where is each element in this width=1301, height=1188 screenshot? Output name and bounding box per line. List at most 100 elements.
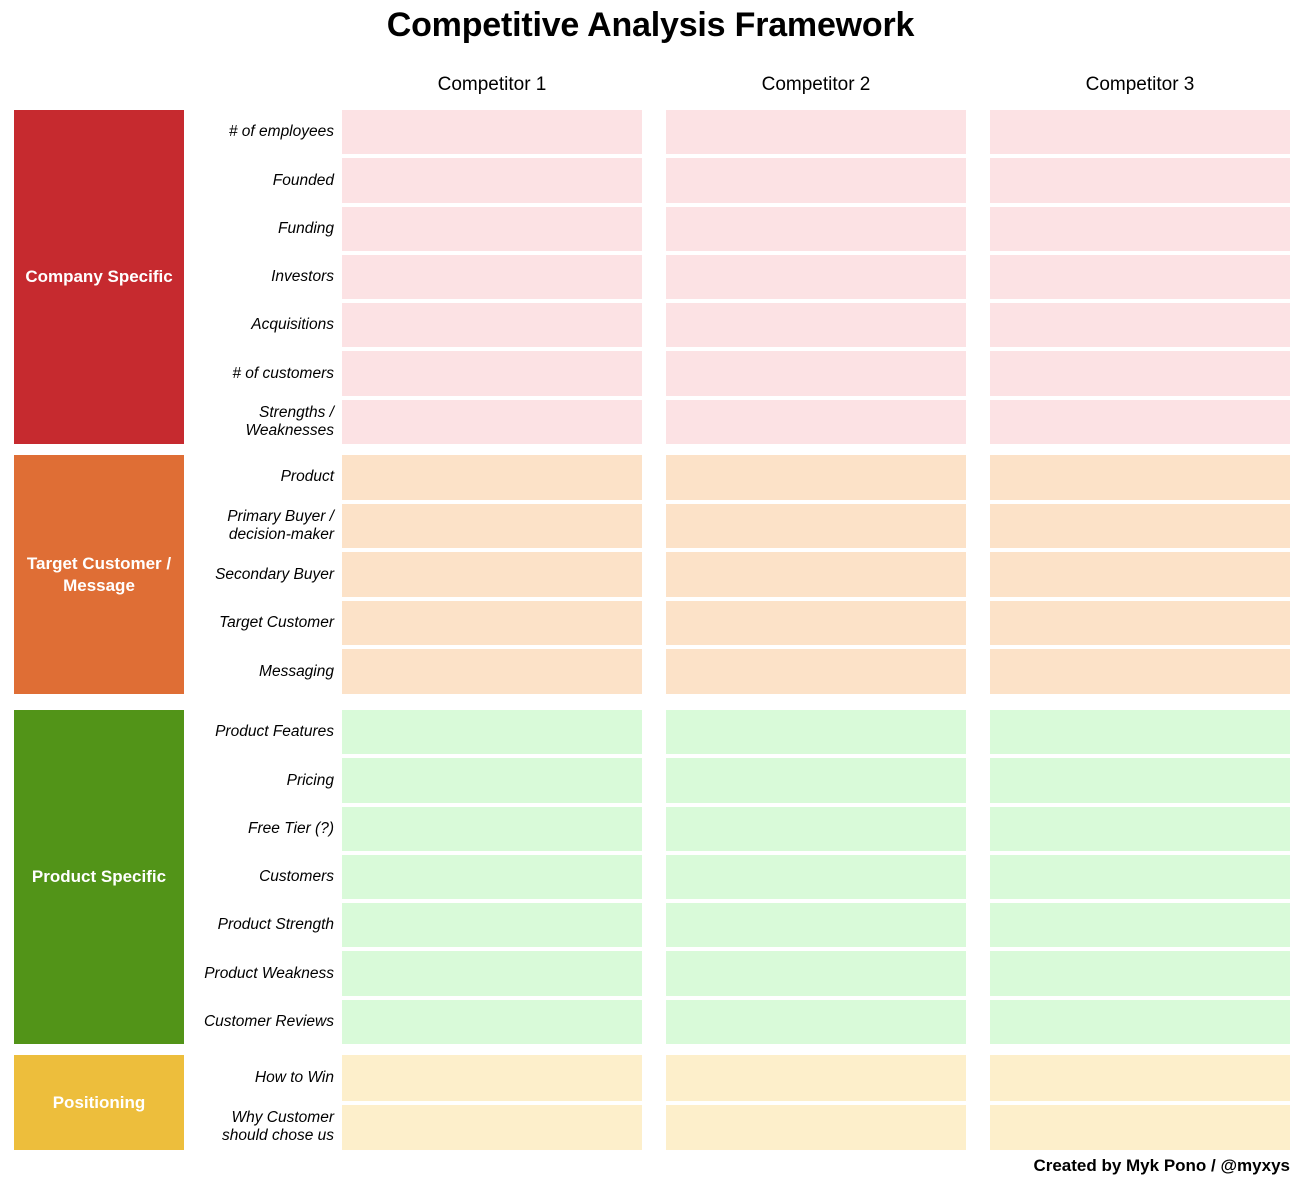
data-cell[interactable] <box>666 503 966 549</box>
data-cell[interactable] <box>666 649 966 694</box>
cells-column-competitor-2 <box>666 455 966 694</box>
row-label: Product Weakness <box>188 951 338 995</box>
row-label-text: Acquisitions <box>251 316 334 334</box>
data-cell[interactable] <box>342 903 642 948</box>
data-cell[interactable] <box>666 254 966 300</box>
data-cell[interactable] <box>990 758 1290 803</box>
row-label-text: Product Strength <box>217 916 334 934</box>
data-cell[interactable] <box>666 758 966 803</box>
category-label: Target Customer / Message <box>26 554 172 595</box>
cells-column-competitor-3 <box>990 455 1290 694</box>
row-label-text: Customers <box>259 868 334 886</box>
data-cell[interactable] <box>342 806 642 851</box>
data-cell[interactable] <box>990 999 1290 1044</box>
data-cell[interactable] <box>990 351 1290 396</box>
data-cell[interactable] <box>666 552 966 597</box>
data-cell[interactable] <box>990 503 1290 549</box>
data-cell[interactable] <box>342 758 642 803</box>
data-cell[interactable] <box>342 110 642 155</box>
data-cell[interactable] <box>990 806 1290 851</box>
data-cell[interactable] <box>666 455 966 500</box>
data-cell[interactable] <box>342 710 642 755</box>
data-cell[interactable] <box>990 903 1290 948</box>
data-cell[interactable] <box>342 1055 642 1101</box>
footer-credit: Created by Myk Pono / @myxys <box>1033 1156 1290 1175</box>
data-cell[interactable] <box>990 110 1290 155</box>
category-label: Product Specific <box>31 867 167 887</box>
row-label-text: Product Weakness <box>204 964 334 982</box>
data-cell[interactable] <box>990 1055 1290 1101</box>
row-label-text: # of customers <box>232 364 334 382</box>
data-cell[interactable] <box>342 1104 642 1150</box>
data-cell[interactable] <box>666 854 966 900</box>
cells-column-competitor-1 <box>342 110 642 444</box>
row-label-text: Strengths / Weaknesses <box>245 404 334 439</box>
data-cell[interactable] <box>990 303 1290 348</box>
section-positioning: Positioning How to Win Why Customer should… <box>0 1055 1301 1150</box>
data-cell[interactable] <box>666 158 966 203</box>
row-label: Secondary Buyer <box>188 552 338 597</box>
data-cell[interactable] <box>990 455 1290 500</box>
data-cell[interactable] <box>342 158 642 203</box>
column-headers: Competitor 1 Competitor 2 Competitor 3 <box>342 72 1290 98</box>
data-cell[interactable] <box>990 854 1290 900</box>
row-label-column: Product Primary Buyer / decision-maker Sec… <box>188 455 338 694</box>
data-cell[interactable] <box>342 303 642 348</box>
row-label-text: Free Tier (?) <box>248 819 334 837</box>
data-cell[interactable] <box>990 600 1290 646</box>
data-cell[interactable] <box>666 951 966 996</box>
row-label: Pricing <box>188 758 338 802</box>
data-cell[interactable] <box>666 999 966 1044</box>
row-label: Product Strength <box>188 903 338 947</box>
row-label: Investors <box>188 255 338 299</box>
column-header-competitor-1: Competitor 1 <box>437 74 547 95</box>
data-cell[interactable] <box>342 951 642 996</box>
data-cell[interactable] <box>666 903 966 948</box>
data-cell[interactable] <box>990 254 1290 300</box>
data-cell[interactable] <box>342 999 642 1044</box>
competitive-analysis-framework: Competitive Analysis Framework Competito… <box>0 0 1301 1188</box>
data-cell[interactable] <box>990 649 1290 694</box>
data-cell[interactable] <box>342 254 642 300</box>
data-cell[interactable] <box>666 1055 966 1101</box>
data-cell[interactable] <box>666 110 966 155</box>
data-cell[interactable] <box>342 455 642 500</box>
data-cell[interactable] <box>990 399 1290 444</box>
data-cell[interactable] <box>990 158 1290 203</box>
row-label-text: Target Customer <box>219 614 334 632</box>
category-block: Company Specific <box>14 110 184 444</box>
section-target-customer-message: Target Customer / Message Product Primary … <box>0 455 1301 694</box>
data-cell[interactable] <box>990 710 1290 755</box>
data-cell[interactable] <box>990 552 1290 597</box>
header-spacer <box>966 72 990 98</box>
row-label: Customer Reviews <box>188 1000 338 1044</box>
data-cell[interactable] <box>342 206 642 251</box>
data-cell[interactable] <box>666 1104 966 1150</box>
data-cell[interactable] <box>990 206 1290 251</box>
data-cell[interactable] <box>666 806 966 851</box>
data-cell[interactable] <box>990 1104 1290 1150</box>
data-cell[interactable] <box>666 710 966 755</box>
data-cell[interactable] <box>342 854 642 900</box>
data-cell[interactable] <box>666 351 966 396</box>
row-label-text: Product <box>280 468 334 486</box>
cells-column-competitor-2 <box>666 710 966 1044</box>
cells-column-competitor-2 <box>666 1055 966 1150</box>
row-label-text: Product Features <box>215 723 334 741</box>
column-header-competitor-2: Competitor 2 <box>761 74 871 95</box>
data-cell[interactable] <box>342 503 642 549</box>
data-cell[interactable] <box>342 399 642 444</box>
data-cell[interactable] <box>666 206 966 251</box>
data-cell[interactable] <box>342 649 642 694</box>
data-cell[interactable] <box>342 552 642 597</box>
data-cell[interactable] <box>666 303 966 348</box>
data-cell[interactable] <box>990 951 1290 996</box>
cells-column-competitor-1 <box>342 710 642 1044</box>
data-cell[interactable] <box>666 399 966 444</box>
page-title: Competitive Analysis Framework <box>386 6 915 44</box>
data-cell[interactable] <box>342 351 642 396</box>
row-label: Free Tier (?) <box>188 807 338 851</box>
data-cell[interactable] <box>342 600 642 646</box>
row-label: Acquisitions <box>188 303 338 347</box>
data-cell[interactable] <box>666 600 966 646</box>
